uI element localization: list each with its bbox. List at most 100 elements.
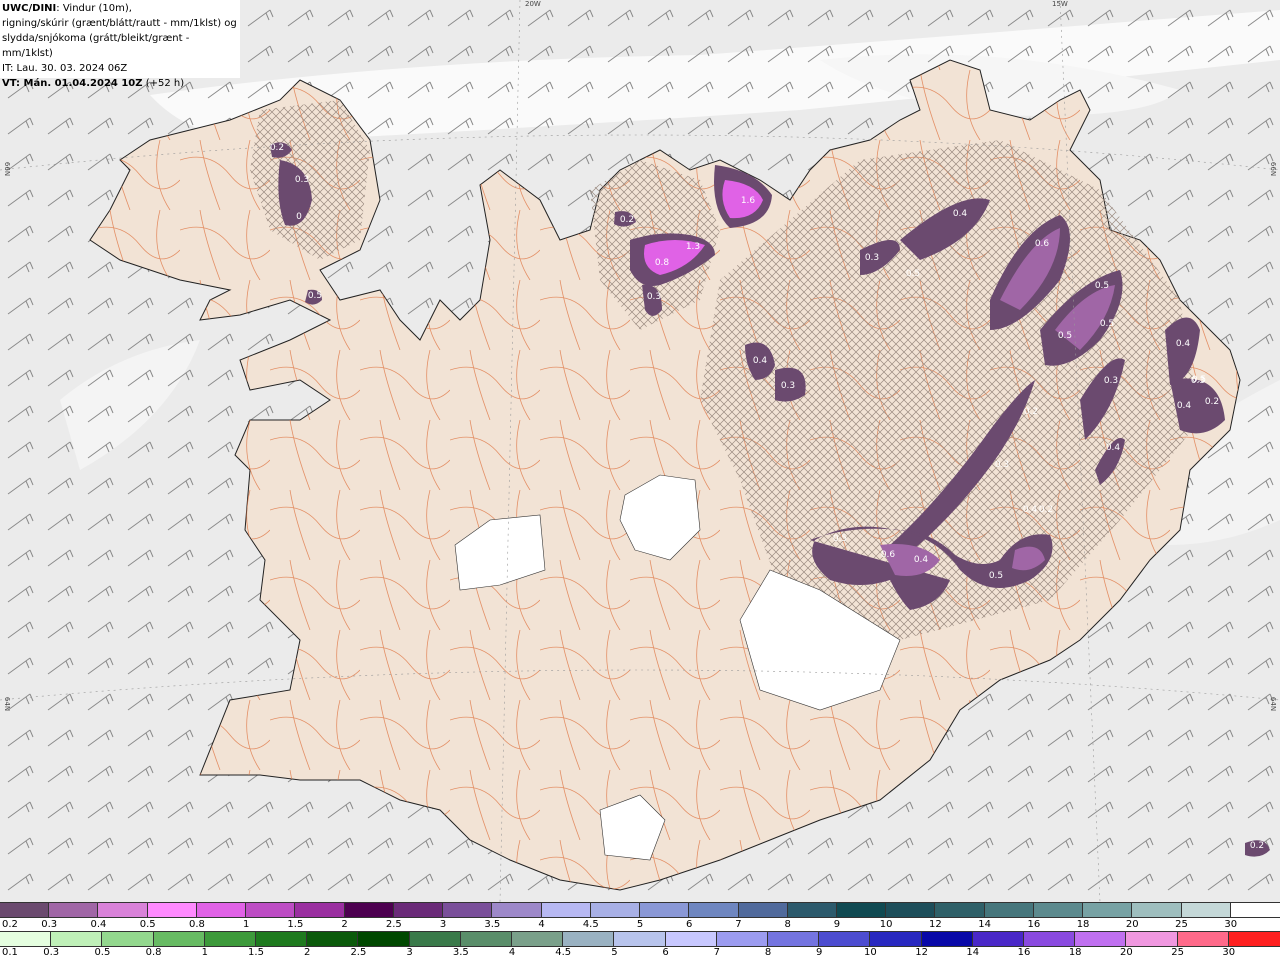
colorbar-swatch bbox=[589, 902, 642, 918]
colorbar-swatch bbox=[540, 902, 592, 918]
colorbar-tick-label: 30 bbox=[1222, 947, 1236, 958]
colorbar-swatch bbox=[0, 902, 51, 918]
forecast-map: 0.2 0.3 0 0.5 0.2 1.6 1.3 0.8 0.3 0.4 0.3 0.4 0.3 0.5… bbox=[0, 0, 1280, 902]
colorbar-swatch bbox=[835, 902, 888, 918]
colorbar-swatch bbox=[934, 902, 986, 918]
colorbar-swatch bbox=[639, 902, 691, 918]
colorbar-swatch bbox=[869, 931, 923, 947]
colorbar-tick-label: 2.5 bbox=[350, 947, 367, 958]
colorbar-tick-label: 0.5 bbox=[139, 919, 156, 930]
colorbar-tick-label: 3 bbox=[439, 919, 447, 930]
colorbar-swatch bbox=[1032, 902, 1085, 918]
colorbar-swatch bbox=[48, 902, 100, 918]
axis-label-20w: 20W bbox=[525, 0, 541, 8]
colorbar-tick-label: 3.5 bbox=[484, 919, 501, 930]
axis-label-66n-right: 66N bbox=[1269, 161, 1278, 177]
valid-time: VT: Mán. 01.04.2024 10Z bbox=[2, 78, 143, 89]
colorbar-swatch bbox=[1227, 931, 1280, 947]
precip-value-label: 0.2 bbox=[1250, 841, 1264, 851]
precip-value-label: 0.3 bbox=[295, 175, 309, 185]
colorbar-swatch bbox=[737, 902, 789, 918]
colorbar-tick-label: 20 bbox=[1125, 919, 1139, 930]
colorbar-tick-label: 16 bbox=[1017, 947, 1031, 958]
legend: 0.2 0.3 0.4 0.5 0.8 1 1.5 2 2.5 3 3.5 4 4.5 5 6 7 8 9 10 12… bbox=[0, 902, 1280, 960]
precip-value-label: 0.3 bbox=[781, 381, 795, 391]
info-box: UWC/DINI: Vindur (10m), rigning/skúrir (… bbox=[0, 0, 240, 89]
snow-colorbar bbox=[0, 902, 1280, 918]
colorbar-tick-label: 20 bbox=[1120, 947, 1133, 958]
colorbar-tick-label: 0.3 bbox=[43, 947, 60, 958]
colorbar-swatch bbox=[408, 931, 462, 947]
precip-value-label: 0.8 bbox=[655, 258, 670, 268]
precip-value-label: 0.4 bbox=[1106, 443, 1121, 453]
colorbar-tick-label: 10 bbox=[879, 919, 893, 930]
colorbar-swatch bbox=[491, 902, 543, 918]
colorbar-swatch bbox=[1074, 931, 1128, 947]
colorbar-swatch bbox=[971, 931, 1026, 947]
colorbar-tick-label: 0.1 bbox=[2, 947, 18, 958]
precip-value-label: 0.5 bbox=[1100, 319, 1114, 329]
precip-value-label: 0.2 bbox=[1024, 407, 1038, 417]
valid-offset: (+52 h) bbox=[142, 78, 185, 89]
colorbar-tick-label: 6 bbox=[662, 947, 669, 958]
colorbar-swatch bbox=[343, 902, 395, 918]
colorbar-tick-label: 1.5 bbox=[248, 947, 264, 958]
precip-value-label: 1.3 bbox=[686, 242, 700, 252]
colorbar-tick-label: 12 bbox=[929, 919, 942, 930]
colorbar-tick-label: 1 bbox=[242, 919, 250, 930]
colorbar-swatch bbox=[786, 902, 838, 918]
colorbar-swatch bbox=[818, 931, 872, 947]
colorbar-swatch bbox=[920, 931, 974, 947]
axis-label-15w: 15W bbox=[1052, 0, 1068, 8]
colorbar-tick-label: 8 bbox=[784, 919, 791, 930]
colorbar-tick-label: 25 bbox=[1175, 919, 1188, 930]
precip-value-label: 0.4 bbox=[914, 555, 929, 565]
colorbar-swatch bbox=[146, 902, 198, 918]
colorbar-swatch bbox=[1229, 902, 1280, 918]
precip-value-label: 0.4 bbox=[1176, 339, 1191, 349]
colorbar-swatch bbox=[613, 931, 667, 947]
precip-value-label: 0.5 bbox=[989, 571, 1003, 581]
precip-value-label: 0.2 bbox=[620, 215, 634, 225]
title-line: UWC/DINI: Vindur (10m), bbox=[2, 1, 238, 16]
init-time: IT: Lau. 30. 03. 2024 06Z bbox=[2, 63, 128, 74]
colorbar-swatch bbox=[203, 931, 258, 947]
colorbar-tick-label: 0.4 bbox=[90, 919, 107, 930]
colorbar-tick-label: 8 bbox=[764, 947, 772, 958]
precip-value-label: 0.4 bbox=[953, 209, 968, 219]
valid-time-line: VT: Mán. 01.04.2024 10Z (+52 h) bbox=[2, 76, 238, 91]
rain-colorbar bbox=[0, 931, 1280, 947]
colorbar-swatch bbox=[562, 931, 616, 947]
colorbar-tick-label: 5 bbox=[636, 919, 644, 930]
colorbar-swatch bbox=[715, 931, 770, 947]
colorbar-tick-label: 12 bbox=[915, 947, 928, 958]
colorbar-swatch bbox=[392, 902, 445, 918]
axis-label-64n-left: 64N bbox=[3, 696, 12, 712]
precip-value-label: 0.6 bbox=[1035, 239, 1050, 249]
snow-description: slydda/snjókoma (grátt/bleikt/grænt - mm… bbox=[2, 33, 190, 59]
colorbar-tick-label: 2 bbox=[341, 919, 348, 930]
colorbar-swatch bbox=[885, 902, 937, 918]
colorbar-swatch bbox=[1125, 931, 1179, 947]
colorbar-swatch bbox=[152, 931, 206, 947]
colorbar-swatch bbox=[357, 931, 411, 947]
colorbar-tick-label: 2.5 bbox=[385, 919, 402, 930]
colorbar-tick-label: 7 bbox=[713, 947, 720, 958]
precip-value-label: 0.5 bbox=[1058, 331, 1072, 341]
precip-value-label: 0.3 bbox=[995, 460, 1009, 470]
precip-value-label: 0.5 bbox=[1095, 281, 1109, 291]
colorbar-swatch bbox=[195, 902, 248, 918]
rain-description: rigning/skúrir (grænt/blátt/rautt - mm/1… bbox=[2, 18, 237, 29]
precip-value-label: 0.5 bbox=[833, 534, 847, 544]
colorbar-tick-label: 30 bbox=[1224, 919, 1238, 930]
precip-value-label: 0.4 bbox=[753, 356, 768, 366]
colorbar-tick-label: 3 bbox=[406, 947, 413, 958]
colorbar-swatch bbox=[1131, 902, 1183, 918]
colorbar-swatch bbox=[511, 931, 565, 947]
colorbar-tick-label: 16 bbox=[1027, 919, 1041, 930]
precip-value-label: 0.3 bbox=[647, 292, 661, 302]
colorbar-swatch bbox=[97, 902, 149, 918]
precip-value-label: 0.4 bbox=[1177, 401, 1192, 411]
colorbar-tick-label: 14 bbox=[966, 947, 980, 958]
colorbar-tick-label: 18 bbox=[1076, 919, 1090, 930]
